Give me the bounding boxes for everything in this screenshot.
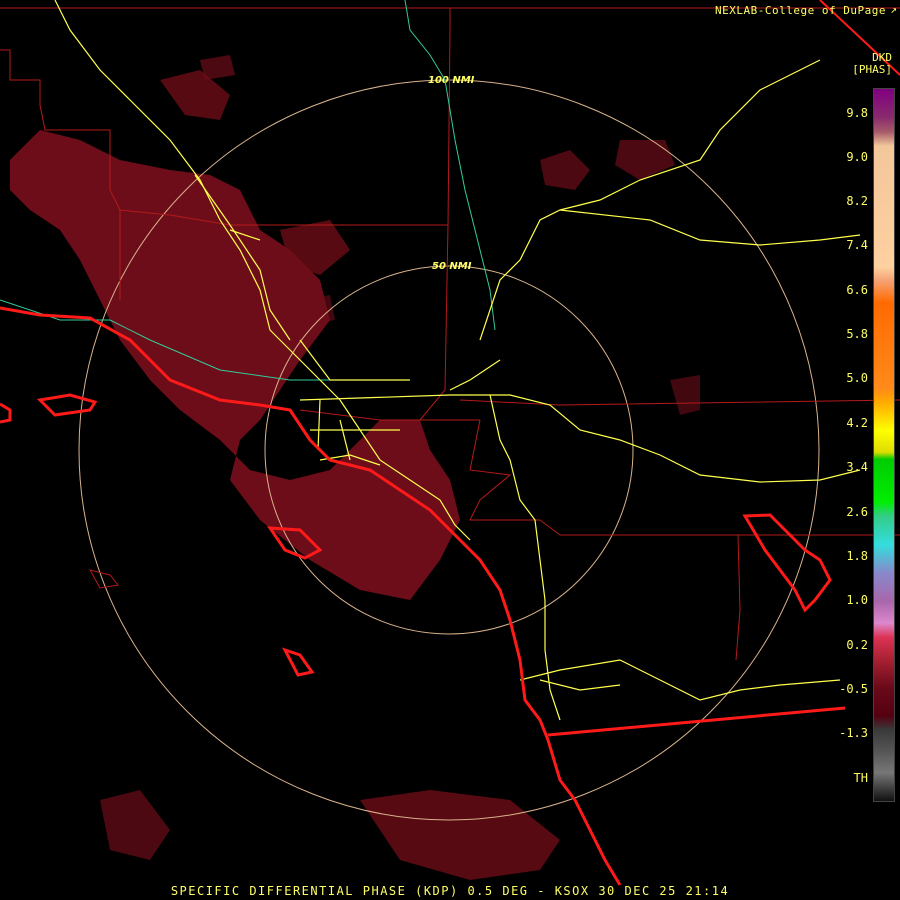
range-ring-label-100: 100 NMI <box>428 75 475 86</box>
coastline <box>0 0 900 886</box>
legend-label: 1.0 <box>846 593 868 607</box>
product-caption: SPECIFIC DIFFERENTIAL PHASE (KDP) 0.5 DE… <box>170 884 730 898</box>
legend-label: 8.2 <box>846 194 868 208</box>
color-scale-bar <box>873 88 895 802</box>
legend-label: 4.2 <box>846 416 868 430</box>
range-ring-label-50: 50 NMI <box>432 261 472 272</box>
legend-label: -0.5 <box>839 682 868 696</box>
legend-label: 9.8 <box>846 106 868 120</box>
external-link-icon[interactable]: ↗ <box>890 3 897 16</box>
legend-label: 1.8 <box>846 549 868 563</box>
legend-label: 6.6 <box>846 283 868 297</box>
legend-label: 5.0 <box>846 371 868 385</box>
credit-label: NEXLAB-College of DuPage <box>715 4 886 17</box>
legend-label: 5.8 <box>846 327 868 341</box>
legend-label: 9.0 <box>846 150 868 164</box>
legend-label: 0.2 <box>846 638 868 652</box>
radar-map: 50 NMI 100 NMI <box>0 0 900 886</box>
legend-units: [PHAS] <box>852 63 892 76</box>
legend-label: TH <box>853 771 868 785</box>
legend-label: 7.4 <box>846 238 868 252</box>
legend-label: 2.6 <box>846 505 868 519</box>
legend-label: 3.4 <box>846 460 868 474</box>
legend-label: -1.3 <box>839 726 868 740</box>
legend-header: DKD [PHAS] <box>852 52 892 76</box>
